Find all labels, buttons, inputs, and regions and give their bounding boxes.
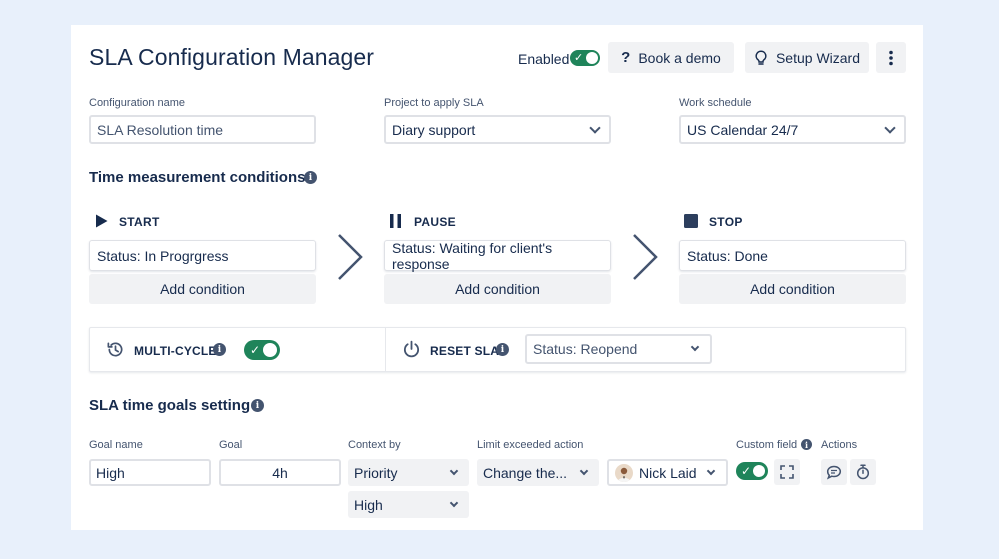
info-icon[interactable]: i bbox=[304, 171, 317, 184]
history-icon bbox=[107, 342, 123, 357]
more-vertical-icon bbox=[889, 50, 893, 65]
comment-button[interactable] bbox=[821, 459, 847, 485]
chevron-right-icon bbox=[633, 234, 658, 280]
pause-add-condition-button[interactable]: Add condition bbox=[384, 274, 611, 304]
custom-field-toggle[interactable]: ✓ bbox=[736, 462, 768, 480]
schedule-select[interactable]: US Calendar 24/7 bbox=[679, 115, 906, 144]
pause-icon bbox=[390, 214, 401, 228]
comment-icon bbox=[826, 465, 842, 480]
enabled-toggle[interactable]: ✓ bbox=[570, 50, 600, 66]
custom-field-header: Custom field bbox=[736, 439, 798, 451]
limit-action-select[interactable]: Change the... bbox=[477, 459, 599, 486]
stop-add-condition-button[interactable]: Add condition bbox=[679, 274, 906, 304]
start-condition-field[interactable]: Status: In Progrgress bbox=[89, 240, 316, 271]
project-select[interactable]: Diary support bbox=[384, 115, 611, 144]
project-label: Project to apply SLA bbox=[384, 97, 484, 109]
multi-cycle-toggle[interactable]: ✓ bbox=[244, 340, 280, 360]
chevron-down-icon bbox=[706, 466, 716, 475]
multi-cycle-label: MULTI-CYCLE bbox=[134, 344, 217, 358]
check-icon: ✓ bbox=[250, 343, 261, 357]
stop-label: STOP bbox=[709, 215, 743, 229]
chevron-down-icon bbox=[589, 121, 601, 134]
page-title: SLA Configuration Manager bbox=[89, 44, 375, 70]
book-demo-button[interactable]: ? Book a demo bbox=[608, 42, 734, 73]
stop-icon bbox=[684, 214, 698, 228]
info-icon[interactable]: i bbox=[213, 343, 226, 356]
panel-divider bbox=[385, 327, 386, 372]
goal-header: Goal bbox=[219, 439, 243, 451]
reset-sla-label: RESET SLA bbox=[430, 344, 500, 358]
chevron-down-icon bbox=[579, 466, 589, 475]
enabled-label: Enabled bbox=[518, 51, 570, 67]
actions-header: Actions bbox=[821, 439, 858, 451]
sla-config-card: SLA Configuration Manager Enabled ✓ ? Bo… bbox=[71, 25, 923, 530]
stopwatch-icon bbox=[856, 464, 870, 480]
play-icon bbox=[96, 214, 108, 228]
goals-title: SLA time goals setting bbox=[89, 397, 251, 414]
chevron-right-icon bbox=[338, 234, 363, 280]
config-name-label: Configuration name bbox=[89, 97, 186, 109]
reset-sla-select[interactable]: Status: Reopend bbox=[525, 334, 712, 364]
config-name-input[interactable]: SLA Resolution time bbox=[89, 115, 316, 144]
limit-action-header: Limit exceeded action bbox=[477, 439, 584, 451]
start-add-condition-button[interactable]: Add condition bbox=[89, 274, 316, 304]
context-by-header: Context by bbox=[348, 439, 401, 451]
check-icon: ✓ bbox=[574, 52, 584, 64]
setup-wizard-button[interactable]: Setup Wizard bbox=[745, 42, 869, 73]
context-select[interactable]: Priority bbox=[348, 459, 469, 486]
schedule-label: Work schedule bbox=[679, 97, 752, 109]
power-icon bbox=[403, 340, 420, 358]
pause-label: PAUSE bbox=[414, 215, 456, 229]
lightbulb-icon bbox=[755, 49, 767, 65]
fullscreen-button[interactable] bbox=[774, 459, 800, 485]
context-value-select[interactable]: High bbox=[348, 491, 469, 518]
question-icon: ? bbox=[621, 49, 631, 66]
more-options-button[interactable] bbox=[876, 42, 906, 73]
conditions-title: Time measurement conditions bbox=[89, 169, 306, 186]
goal-input[interactable]: 4h bbox=[219, 459, 341, 486]
assignee-select[interactable]: Nick Laid bbox=[607, 459, 728, 486]
expand-icon bbox=[780, 465, 794, 479]
chevron-down-icon bbox=[449, 466, 459, 475]
chevron-down-icon bbox=[449, 498, 459, 507]
timer-button[interactable] bbox=[850, 459, 876, 485]
info-icon[interactable]: i bbox=[801, 439, 812, 450]
check-icon: ✓ bbox=[741, 464, 752, 478]
goal-name-header: Goal name bbox=[89, 439, 143, 451]
start-label: START bbox=[119, 215, 160, 229]
goal-name-input[interactable]: High bbox=[89, 459, 211, 486]
info-icon[interactable]: i bbox=[251, 399, 264, 412]
chevron-down-icon bbox=[884, 121, 896, 134]
stop-condition-field[interactable]: Status: Done bbox=[679, 240, 906, 271]
pause-condition-field[interactable]: Status: Waiting for client's response bbox=[384, 240, 611, 272]
avatar bbox=[615, 463, 633, 482]
chevron-down-icon bbox=[690, 342, 700, 352]
info-icon[interactable]: i bbox=[496, 343, 509, 356]
